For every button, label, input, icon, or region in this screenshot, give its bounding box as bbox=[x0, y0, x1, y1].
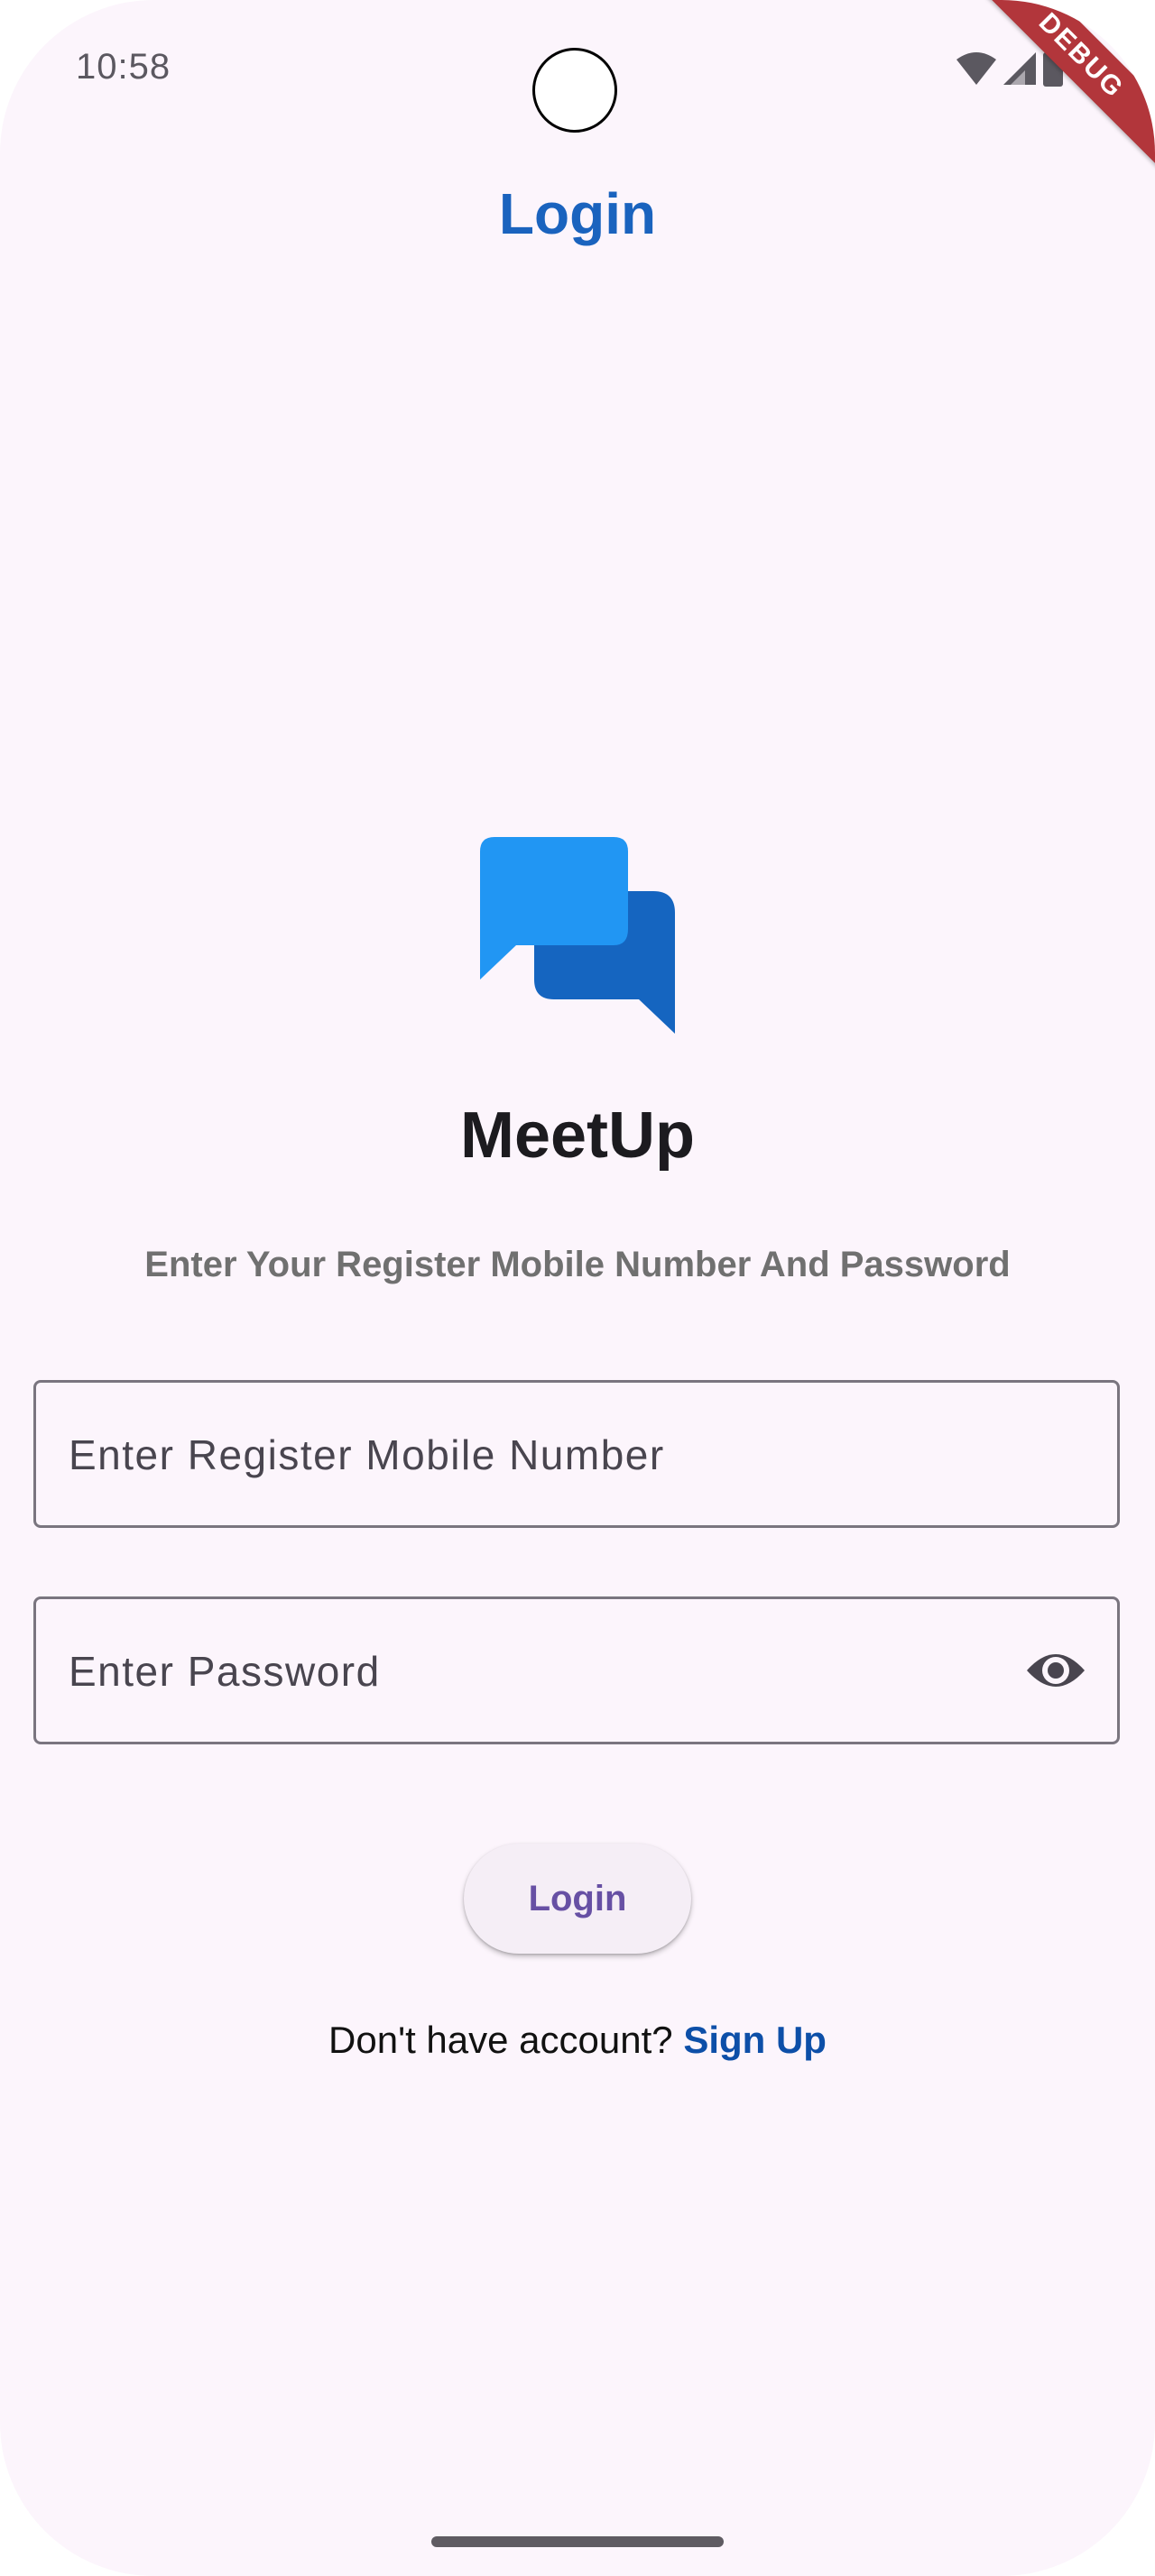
status-time: 10:58 bbox=[76, 47, 171, 87]
chat-bubbles-icon bbox=[480, 837, 675, 1034]
password-field[interactable] bbox=[33, 1596, 1120, 1744]
app-screen: 10:58 DEBUG Login MeetUp Enter Your Regi… bbox=[0, 0, 1155, 2576]
signup-prompt: Don't have account? Sign Up bbox=[0, 2019, 1155, 2062]
app-name: MeetUp bbox=[459, 1099, 695, 1172]
mobile-number-field[interactable] bbox=[33, 1380, 1120, 1528]
signup-link[interactable]: Sign Up bbox=[683, 2019, 827, 2061]
signup-prompt-text: Don't have account? bbox=[328, 2019, 673, 2061]
eye-icon[interactable] bbox=[1025, 1645, 1086, 1696]
mobile-number-input[interactable] bbox=[67, 1383, 1018, 1527]
password-input[interactable] bbox=[67, 1599, 1018, 1743]
login-instructions: Enter Your Register Mobile Number And Pa… bbox=[144, 1245, 1011, 1284]
home-indicator[interactable] bbox=[431, 2536, 724, 2547]
status-bar: 10:58 DEBUG bbox=[0, 0, 1155, 181]
login-button[interactable]: Login bbox=[464, 1844, 691, 1954]
debug-ribbon: DEBUG bbox=[956, 0, 1155, 181]
page-title: Login bbox=[498, 181, 657, 246]
camera-cutout bbox=[532, 48, 617, 133]
wifi-icon bbox=[956, 52, 996, 85]
